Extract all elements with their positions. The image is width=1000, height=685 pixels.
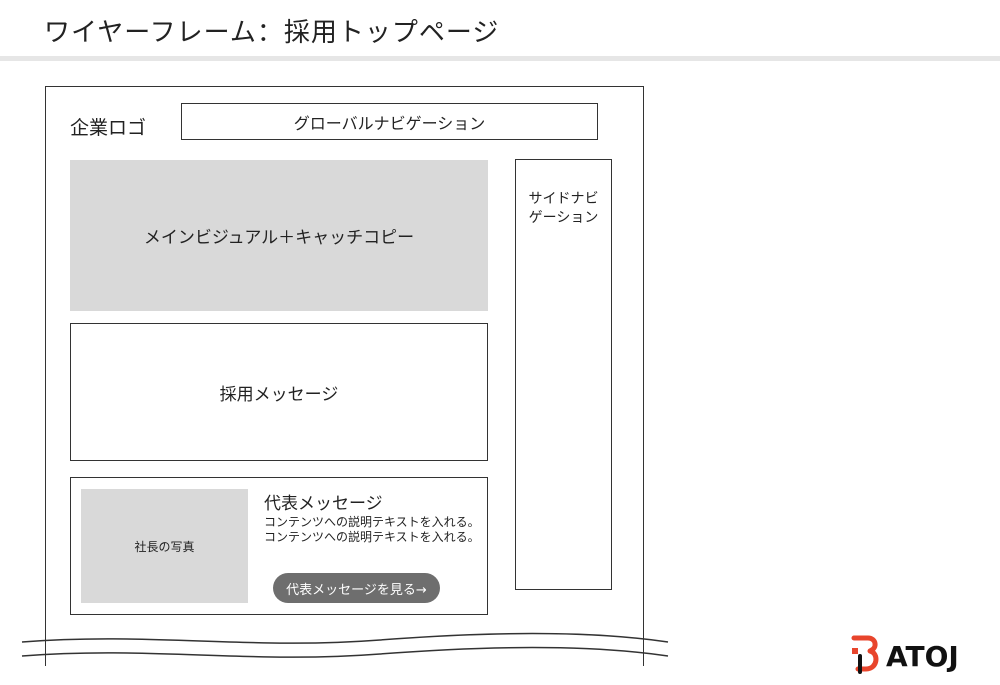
recruit-message-placeholder: 採用メッセージ: [70, 323, 488, 461]
ceo-message-title: 代表メッセージ: [264, 494, 383, 514]
page-continuation-wave: [21, 632, 669, 658]
side-nav-label-line2: ゲーション: [528, 210, 599, 226]
view-ceo-message-button[interactable]: 代表メッセージを見る→: [273, 573, 440, 603]
ceo-photo-placeholder: 社長の写真: [81, 489, 248, 603]
title-divider: [0, 56, 1000, 61]
brand-name: ATOJ: [886, 640, 959, 673]
page-title: ワイヤーフレーム：採用トップページ: [44, 18, 500, 48]
company-logo-placeholder: 企業ロゴ: [70, 117, 147, 139]
global-navigation-placeholder: グローバルナビゲーション: [181, 103, 598, 140]
main-visual-placeholder: メインビジュアル＋キャッチコピー: [70, 160, 488, 311]
side-navigation-placeholder: サイドナビ ゲーション: [515, 159, 612, 590]
ceo-message-description: コンテンツへの説明テキストを入れる。コンテンツへの説明テキストを入れる。: [264, 515, 480, 544]
atoj-logo-icon: ATOJ: [851, 635, 959, 674]
side-nav-label-line1: サイドナビ: [528, 191, 599, 207]
